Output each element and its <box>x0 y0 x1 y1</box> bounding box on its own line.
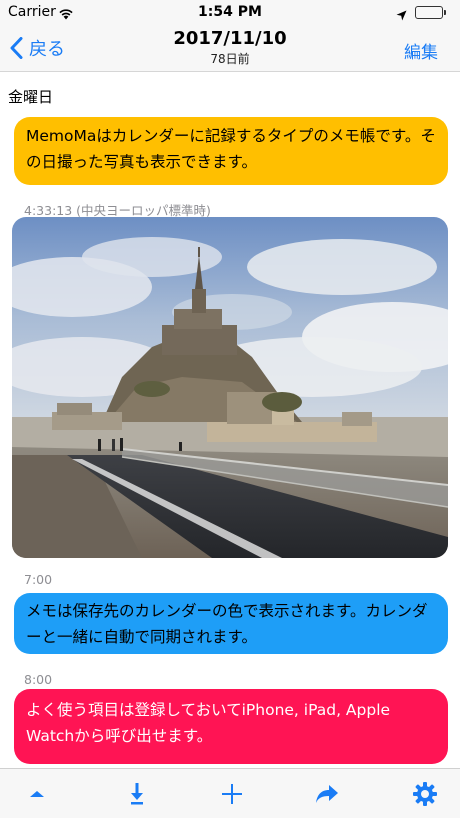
location-arrow-icon <box>396 6 407 25</box>
edit-button[interactable]: 編集 <box>404 38 438 63</box>
caret-up-icon[interactable] <box>22 779 52 809</box>
page-title: 2017/11/10 <box>173 28 287 49</box>
memo-bubble[interactable]: よく使う項目は登録しておいてiPhone, iPad, Apple Watchか… <box>14 689 448 764</box>
memo-list[interactable]: 金曜日 MemoMaはカレンダーに記録するタイプのメモ帳です。その日撮った写真も… <box>0 72 460 768</box>
memo-time: 8:00 <box>24 672 53 687</box>
share-icon[interactable] <box>312 779 342 809</box>
page-subtitle: 78日前 <box>210 52 250 66</box>
memo-bubble[interactable]: メモは保存先のカレンダーの色で表示されます。カレンダーと一緒に自動で同期されます… <box>14 593 448 654</box>
gear-icon[interactable] <box>410 779 440 809</box>
status-bar: Carrier 1:54 PM <box>0 0 460 26</box>
memo-bubble[interactable]: MemoMaはカレンダーに記録するタイプのメモ帳です。その日撮った写真も表示でき… <box>14 117 448 185</box>
weekday-label: 金曜日 <box>8 88 54 106</box>
navigation-bar: 戻る 2017/11/10 78日前 編集 <box>0 26 460 72</box>
plus-icon[interactable] <box>217 779 247 809</box>
photo-thumbnail[interactable] <box>12 217 448 558</box>
bottom-toolbar <box>0 768 460 818</box>
memo-time: 7:00 <box>24 572 53 587</box>
download-icon[interactable] <box>122 779 152 809</box>
battery-icon <box>415 6 446 19</box>
status-time: 1:54 PM <box>198 4 262 20</box>
